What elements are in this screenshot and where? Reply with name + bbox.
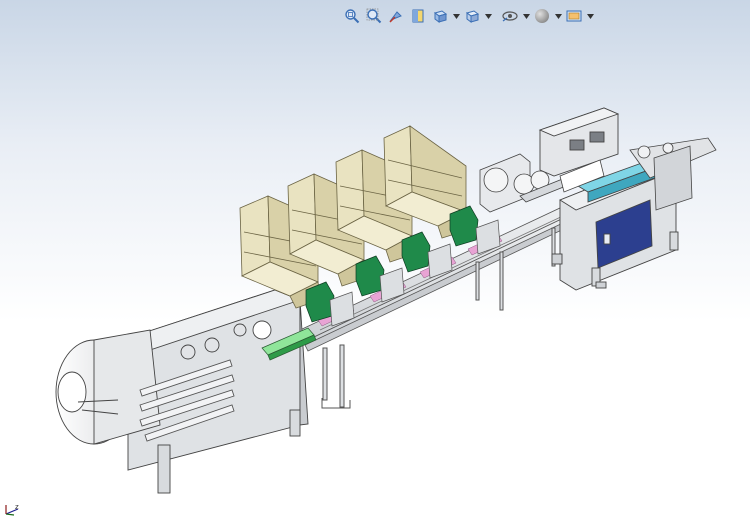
hide-show-icon	[502, 11, 518, 22]
section-view-icon	[412, 9, 424, 23]
assembly-model[interactable]	[0, 0, 750, 519]
previous-view-icon	[389, 11, 402, 23]
graphics-viewport[interactable]	[0, 0, 750, 519]
view-orientation-dropdown[interactable]	[452, 6, 460, 26]
film-unwind-stand	[55, 289, 309, 494]
display-style-dropdown[interactable]	[484, 6, 492, 26]
chevron-down-icon	[484, 13, 492, 19]
view-settings-icon	[566, 10, 582, 22]
view-settings-button[interactable]	[564, 6, 584, 26]
zoom-to-area-button[interactable]	[364, 6, 384, 26]
chevron-down-icon	[522, 13, 530, 19]
edit-appearance-dropdown[interactable]	[554, 6, 562, 26]
hide-show-items-button[interactable]	[500, 6, 520, 26]
display-style-icon	[465, 10, 480, 23]
heads-up-view-toolbar	[342, 4, 594, 28]
chevron-down-icon	[586, 13, 594, 19]
zoom-area-icon	[366, 8, 382, 24]
reference-triad-icon	[5, 505, 19, 516]
chevron-down-icon	[554, 13, 562, 19]
view-orientation-icon	[433, 10, 448, 23]
previous-view-button[interactable]	[386, 6, 406, 26]
section-view-button[interactable]	[408, 6, 428, 26]
edit-appearance-button[interactable]	[532, 6, 552, 26]
control-cabinet	[538, 107, 620, 177]
view-settings-dropdown[interactable]	[586, 6, 594, 26]
chevron-down-icon	[452, 13, 460, 19]
appearance-sphere-icon	[535, 9, 549, 23]
triad-axis-label: z	[15, 503, 19, 511]
zoom-fit-icon	[345, 9, 360, 24]
hide-show-dropdown[interactable]	[522, 6, 530, 26]
display-style-button[interactable]	[462, 6, 482, 26]
view-orientation-button[interactable]	[430, 6, 450, 26]
zoom-to-fit-button[interactable]	[342, 6, 362, 26]
